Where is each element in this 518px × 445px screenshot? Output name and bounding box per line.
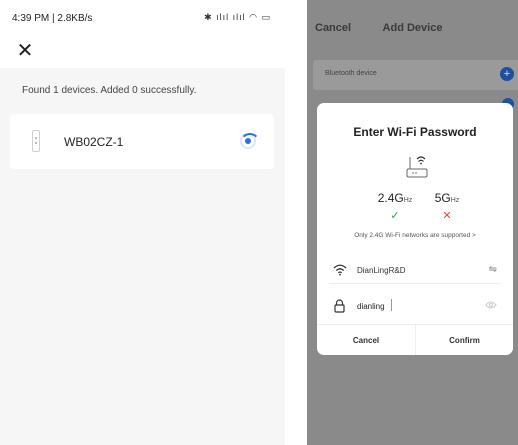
text-caret — [391, 299, 392, 311]
progress-spinner-icon — [240, 133, 260, 149]
header: Cancel Add Device — [307, 0, 518, 44]
cross-icon: ✕ — [442, 210, 452, 222]
wifi-ssid-row[interactable]: DianLingR&D ⇋ — [329, 258, 501, 284]
bluetooth-device-label: Bluetooth device — [325, 70, 377, 77]
password-input[interactable] — [357, 299, 477, 313]
switch-network-icon[interactable]: ⇋ — [489, 264, 497, 275]
top-bar — [0, 38, 285, 68]
wifi-ssid: DianLingR&D — [357, 266, 406, 275]
wifi-password-dialog: Enter Wi-Fi Password 2.4GHz ✓ 5GHz ✕ Onl… — [317, 103, 513, 355]
device-name: WB02CZ-1 — [64, 135, 124, 149]
progress-spinner-core — [245, 138, 251, 144]
wifi-icon — [333, 264, 347, 276]
band-24-value: 2.4G — [377, 191, 404, 205]
add-device-plus-icon[interactable]: + — [500, 67, 514, 81]
band-5-value: 5G — [434, 191, 451, 205]
supported-networks-link[interactable]: Only 2.4G Wi-Fi networks are supported > — [317, 232, 513, 239]
lock-icon — [334, 299, 345, 313]
check-icon: ✓ — [390, 210, 400, 222]
status-bar: 4:39 PM | 2.8KB/s ✱ ılıl ılıl ◠ ▭ — [0, 0, 285, 38]
password-row — [329, 294, 501, 320]
device-card[interactable]: WB02CZ-1 — [10, 114, 274, 169]
eye-icon[interactable] — [485, 300, 497, 310]
band-24-unit: Hz — [403, 197, 413, 204]
status-icons: ✱ ılıl ılıl ◠ ▭ — [204, 12, 271, 22]
band-5ghz: 5GHz ✕ — [417, 189, 477, 222]
close-icon[interactable]: ✕ — [12, 38, 38, 64]
device-found-screen: 4:39 PM | 2.8KB/s ✱ ılıl ılıl ◠ ▭ ✕ Foun… — [0, 0, 285, 445]
cancel-button[interactable]: Cancel — [317, 325, 415, 355]
bluetooth-device-row[interactable]: Bluetooth device + — [313, 60, 518, 90]
band-24ghz: 2.4GHz ✓ — [365, 189, 425, 222]
dialog-actions: Cancel Confirm — [317, 324, 513, 355]
add-device-screen: Cancel Add Device Bluetooth device + Ent… — [307, 0, 518, 445]
dialog-title: Enter Wi-Fi Password — [353, 125, 477, 139]
router-icon — [406, 156, 428, 178]
page-title: Add Device — [382, 22, 443, 34]
device-icon — [32, 130, 40, 152]
frequency-bands: 2.4GHz ✓ 5GHz ✕ — [317, 189, 513, 222]
found-message: Found 1 devices. Added 0 successfully. — [22, 85, 197, 96]
status-time: 4:39 PM | 2.8KB/s — [12, 13, 93, 24]
confirm-button[interactable]: Confirm — [415, 325, 513, 355]
band-5-unit: Hz — [450, 197, 460, 204]
